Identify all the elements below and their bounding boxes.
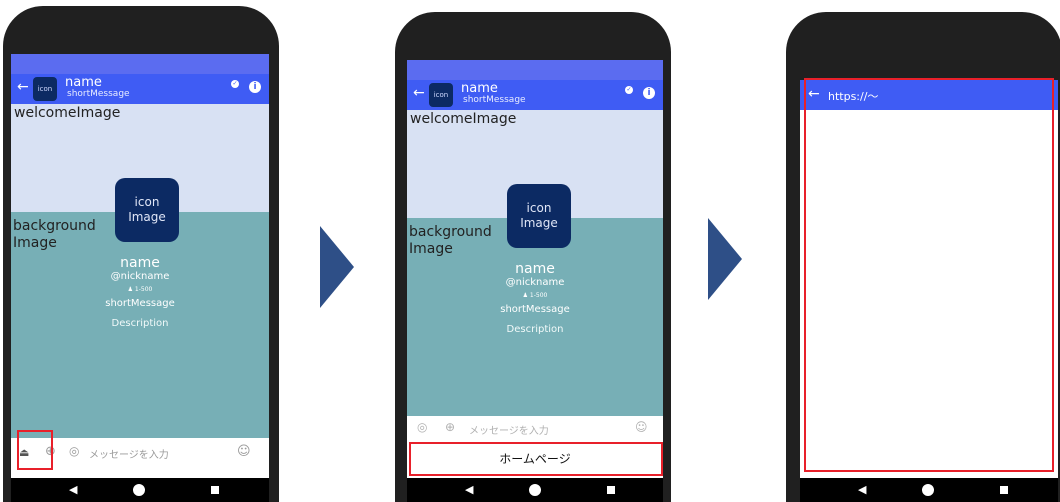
- nav-back-icon[interactable]: ◀: [465, 483, 473, 496]
- emoji-icon[interactable]: ☺: [635, 420, 648, 434]
- background-label-line1: background: [409, 224, 492, 240]
- follower-count: ♟ 1-500: [127, 286, 153, 293]
- profile-name: name: [515, 261, 555, 277]
- profile-description: Description: [111, 318, 169, 329]
- back-arrow-icon[interactable]: ←: [17, 79, 29, 95]
- flow-arrow-1: [320, 226, 354, 308]
- icon-image-line1: icon: [134, 195, 160, 209]
- icon-image-line2: Image: [520, 216, 558, 230]
- profile-short-message: shortMessage: [500, 304, 570, 315]
- background-label-line2: Image: [13, 235, 57, 251]
- background-image-label: background Image: [13, 218, 96, 252]
- camera-icon[interactable]: ◎: [417, 420, 427, 434]
- profile-name: name: [120, 255, 160, 271]
- profile-nickname: @nickname: [110, 271, 170, 282]
- chat-header: ← icon name shortMessage ✓ i: [11, 74, 269, 104]
- profile-short-message: shortMessage: [105, 298, 175, 309]
- header-account-name: name: [461, 81, 498, 96]
- message-input-bar: ◎ ⊕ メッセージを入力 ☺: [407, 416, 663, 440]
- background-label-line2: Image: [409, 241, 453, 257]
- phone-mockup-1: ← icon name shortMessage ✓ i welcomeImag…: [3, 6, 279, 502]
- profile-description: Description: [506, 324, 564, 335]
- phone-mockup-2: ← icon name shortMessage ✓ i welcomeImag…: [395, 12, 671, 502]
- nav-recents-icon[interactable]: [607, 486, 615, 494]
- nav-back-icon[interactable]: ◀: [69, 483, 77, 496]
- nav-home-icon[interactable]: [922, 484, 934, 496]
- welcome-image-label: welcomeImage: [410, 111, 517, 127]
- nav-back-icon[interactable]: ◀: [858, 483, 866, 496]
- nav-home-icon[interactable]: [529, 484, 541, 496]
- info-icon[interactable]: i: [643, 87, 655, 99]
- profile-screen-with-menu: ← icon name shortMessage ✓ i welcomeImag…: [407, 60, 663, 502]
- verified-check-icon: ✓: [231, 80, 239, 88]
- profile-nickname: @nickname: [505, 277, 565, 288]
- chat-header: ← icon name shortMessage ✓ i: [407, 80, 663, 110]
- background-image: background Image name @nickname ♟ 1-500 …: [11, 212, 269, 438]
- highlight-webview: [804, 78, 1054, 472]
- phone-mockup-3: ← https://～ ◀: [786, 12, 1060, 502]
- profile-icon-image[interactable]: icon Image: [507, 184, 571, 248]
- header-account-name: name: [65, 75, 102, 90]
- flow-arrow-2: [708, 218, 742, 300]
- background-label-line1: background: [13, 218, 96, 234]
- nav-recents-icon[interactable]: [1000, 486, 1008, 494]
- emoji-icon[interactable]: ☺: [237, 444, 251, 459]
- back-arrow-icon[interactable]: ←: [413, 85, 425, 101]
- header-account-icon[interactable]: icon: [429, 83, 453, 107]
- header-short-message: shortMessage: [67, 89, 130, 99]
- android-nav-bar: ◀: [800, 478, 1058, 502]
- nav-home-icon[interactable]: [133, 484, 145, 496]
- nav-recents-icon[interactable]: [211, 486, 219, 494]
- icon-image-line1: icon: [526, 201, 552, 215]
- header-short-message: shortMessage: [463, 95, 526, 105]
- header-account-icon[interactable]: icon: [33, 77, 57, 101]
- status-bar: [407, 60, 663, 80]
- status-bar: [800, 60, 1058, 80]
- message-input[interactable]: メッセージを入力: [469, 422, 549, 437]
- icon-image-line2: Image: [128, 210, 166, 224]
- profile-icon-image[interactable]: icon Image: [115, 178, 179, 242]
- highlight-homepage-button: [409, 442, 663, 476]
- verified-check-icon: ✓: [625, 86, 633, 94]
- android-nav-bar: ◀: [407, 478, 663, 502]
- plus-icon[interactable]: ⊕: [445, 420, 455, 434]
- camera-icon[interactable]: ◎: [69, 444, 79, 458]
- message-input[interactable]: メッセージを入力: [89, 446, 169, 461]
- highlight-attach-button: [17, 430, 53, 470]
- welcome-image-label: welcomeImage: [14, 105, 121, 121]
- background-image-label: background Image: [409, 224, 492, 258]
- status-bar: [11, 54, 269, 74]
- info-icon[interactable]: i: [249, 81, 261, 93]
- android-nav-bar: ◀: [11, 478, 269, 502]
- follower-count: ♟ 1-500: [522, 292, 548, 299]
